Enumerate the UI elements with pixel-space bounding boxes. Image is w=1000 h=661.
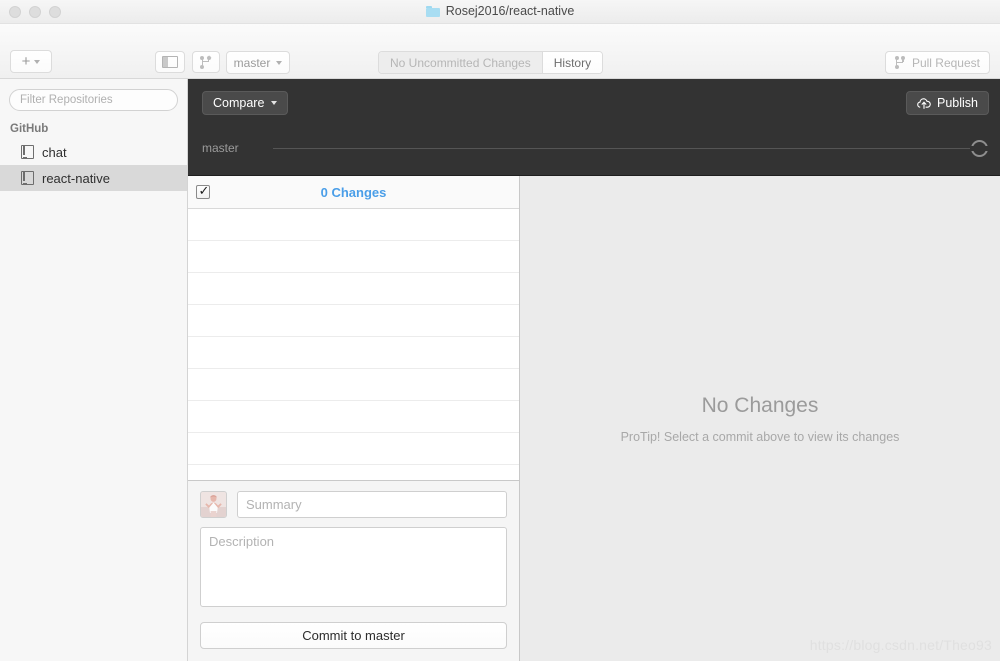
title-bar: Rosej2016/react-native bbox=[0, 0, 1000, 24]
list-item[interactable] bbox=[188, 433, 519, 465]
empty-state-title: No Changes bbox=[701, 393, 819, 417]
add-repository-button[interactable]: + bbox=[10, 50, 52, 73]
list-item[interactable] bbox=[188, 305, 519, 337]
summary-input[interactable] bbox=[237, 491, 507, 518]
sidebar-panel-icon bbox=[162, 56, 178, 68]
publish-label: Publish bbox=[937, 96, 978, 110]
pull-request-button[interactable]: Pull Request bbox=[884, 51, 990, 74]
commit-form: Commit to master bbox=[188, 480, 519, 661]
repo-icon bbox=[20, 171, 34, 185]
branch-timeline: master bbox=[188, 134, 1000, 164]
cloud-upload-icon bbox=[917, 97, 931, 109]
window-body: GitHub chat react-native Compare bbox=[0, 79, 1000, 661]
list-item[interactable] bbox=[188, 337, 519, 369]
compare-label: Compare bbox=[213, 96, 265, 110]
watermark: https://blog.csdn.net/Theo93 bbox=[809, 637, 992, 653]
tab-history[interactable]: History bbox=[541, 52, 603, 73]
filter-repositories-input[interactable] bbox=[9, 89, 178, 111]
list-item[interactable] bbox=[188, 401, 519, 433]
list-item[interactable] bbox=[188, 209, 519, 241]
avatar bbox=[200, 491, 227, 518]
sidebar-group-label: GitHub bbox=[10, 123, 49, 135]
branch-selector-label: master bbox=[233, 55, 271, 70]
description-input[interactable] bbox=[200, 527, 507, 607]
list-item[interactable] bbox=[188, 369, 519, 401]
window-title: Rosej2016/react-native bbox=[0, 4, 1000, 18]
list-item[interactable] bbox=[188, 241, 519, 273]
repository-title-text: Rosej2016/react-native bbox=[445, 4, 575, 18]
timeline-branch-label: master bbox=[202, 141, 239, 155]
commit-to-master-button[interactable]: Commit to master bbox=[200, 622, 507, 649]
main-content: Compare Publish master ✓ 0 Changes Summa… bbox=[188, 79, 1000, 661]
branch-selector-button[interactable]: master bbox=[226, 51, 290, 74]
folder-icon bbox=[425, 5, 440, 17]
changes-pane: 0 Changes bbox=[188, 176, 520, 661]
chevron-down-icon bbox=[271, 101, 278, 105]
chevron-down-icon bbox=[34, 59, 41, 64]
sidebar-item-react-native[interactable]: react-native bbox=[0, 165, 187, 191]
list-item[interactable] bbox=[188, 273, 519, 305]
publish-button[interactable]: Publish bbox=[906, 91, 989, 115]
branch-plus-icon: + bbox=[200, 53, 212, 69]
compare-button[interactable]: Compare bbox=[202, 91, 289, 115]
history-timeline-bar: Compare Publish master bbox=[188, 79, 1000, 176]
repository-sidebar: GitHub chat react-native bbox=[0, 79, 188, 661]
chevron-down-icon bbox=[276, 60, 283, 65]
plus-icon: + bbox=[21, 53, 31, 70]
changed-files-list[interactable] bbox=[188, 209, 519, 480]
changes-count-label: 0 Changes bbox=[320, 184, 387, 200]
sidebar-item-label: chat bbox=[42, 144, 67, 160]
timeline-line bbox=[273, 148, 970, 149]
sidebar-item-chat[interactable]: chat bbox=[0, 139, 187, 165]
main-toolbar: + + master No Uncommitted Changes Histor… bbox=[0, 24, 1000, 79]
repo-icon bbox=[20, 145, 34, 159]
tab-uncommitted-changes[interactable]: No Uncommitted Changes bbox=[379, 52, 542, 73]
branch-icon bbox=[894, 56, 906, 69]
toggle-sidebar-button[interactable] bbox=[155, 51, 185, 73]
changes-header: 0 Changes bbox=[188, 176, 519, 209]
content-split: 0 Changes bbox=[188, 176, 1000, 661]
checkbox-checked-icon[interactable] bbox=[196, 184, 210, 199]
filter-container bbox=[0, 79, 187, 117]
list-item[interactable] bbox=[188, 465, 519, 480]
summary-row bbox=[200, 491, 507, 518]
view-mode-segmented-control[interactable]: No Uncommitted Changes History bbox=[378, 51, 604, 74]
new-branch-button[interactable]: + bbox=[192, 51, 220, 73]
sidebar-item-label: react-native bbox=[42, 170, 110, 186]
pull-request-label: Pull Request bbox=[911, 55, 980, 70]
github-desktop-window: Rosej2016/react-native + + master No Unc… bbox=[0, 0, 1000, 661]
empty-state-subtitle: ProTip! Select a commit above to view it… bbox=[620, 429, 900, 444]
diff-pane: No Changes ProTip! Select a commit above… bbox=[520, 176, 1000, 661]
commit-node-icon[interactable] bbox=[971, 140, 988, 157]
